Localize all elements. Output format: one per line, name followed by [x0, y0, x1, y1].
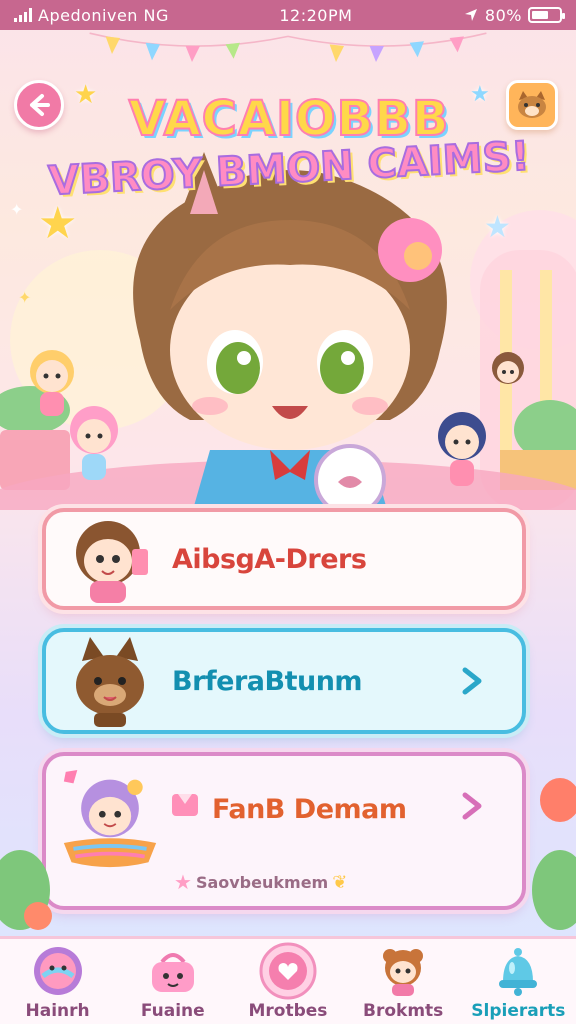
- sparkle-icon: ✦: [18, 288, 32, 307]
- basket-icon: [144, 943, 202, 999]
- pet-face-icon: [518, 91, 546, 118]
- menu-card-1[interactable]: AibsgA-Drers: [42, 508, 526, 610]
- butterfly-icon: ❦: [332, 871, 348, 893]
- menu-item-2-label: BrferaBtunm: [172, 665, 363, 697]
- gift-tag-icon: [172, 794, 198, 816]
- sparkle-icon: ✦: [10, 200, 24, 219]
- game-title: VACAIOBBB VBROY BMON CAIMS!: [44, 91, 534, 206]
- location-icon: [464, 9, 477, 21]
- carrier-label: Apedoniven NG: [38, 5, 169, 25]
- back-button[interactable]: [14, 80, 64, 130]
- heart-badge-icon: [259, 942, 317, 1000]
- arrow-left-icon: [30, 94, 50, 116]
- nav-item-slpierarts[interactable]: Slpierarts: [463, 939, 573, 1021]
- menu-item-3-label: FanB Demam: [212, 794, 407, 825]
- pet-menu-button[interactable]: [506, 80, 558, 130]
- status-bar: Apedoniven NG 12:20PM 80%: [0, 0, 576, 30]
- menu-card-2[interactable]: BrferaBtunm: [42, 628, 526, 734]
- menu-card-3[interactable]: FanB Demam ★ Saovbeukmem ❦: [42, 752, 526, 910]
- signal-icon: [14, 8, 32, 22]
- star-icon: ★: [38, 198, 78, 249]
- planet-icon: [29, 943, 87, 999]
- bottom-nav: Hainrh Fuaine Mrotbes Brokmts Slpierarts: [0, 936, 576, 1024]
- nav-item-brokmts[interactable]: Brokmts: [348, 939, 458, 1021]
- purple-girl-avatar-icon: [63, 769, 157, 868]
- bell-icon: [489, 943, 547, 999]
- clock: 12:20PM: [279, 5, 353, 25]
- nav-item-mrotbes[interactable]: Mrotbes: [233, 939, 343, 1021]
- hero-scene: ★ ★ ★ ★ ✦ ✦ ✦: [0, 30, 576, 510]
- nav-item-hainrh[interactable]: Hainrh: [3, 939, 113, 1021]
- battery-icon: [527, 7, 565, 23]
- bear-girl-icon: [374, 943, 432, 999]
- cat-avatar-icon: [76, 637, 144, 727]
- nav-label: Mrotbes: [248, 1001, 328, 1021]
- nav-label: Slpierarts: [471, 1001, 566, 1021]
- menu-item-1-label: AibsgA-Drers: [172, 543, 367, 575]
- star-icon: ★: [484, 210, 511, 245]
- menu-item-3-sublabel: ★ Saovbeukmem ❦: [174, 870, 347, 894]
- chevron-right-icon: [452, 661, 492, 701]
- battery-percent: 80%: [484, 5, 522, 25]
- nav-label: Fuaine: [140, 1001, 205, 1021]
- nav-label: Brokmts: [363, 1001, 444, 1021]
- side-character-brown: [492, 352, 524, 384]
- star-icon: ★: [174, 870, 192, 894]
- girl-avatar-icon: [76, 521, 148, 603]
- plant-decoration: [0, 850, 52, 930]
- nav-label: Hainrh: [25, 1001, 90, 1021]
- chevron-right-icon: [452, 786, 492, 826]
- plant-decoration: [532, 778, 576, 930]
- sub-label-text: Saovbeukmem: [195, 872, 329, 892]
- nav-item-fuaine[interactable]: Fuaine: [118, 939, 228, 1021]
